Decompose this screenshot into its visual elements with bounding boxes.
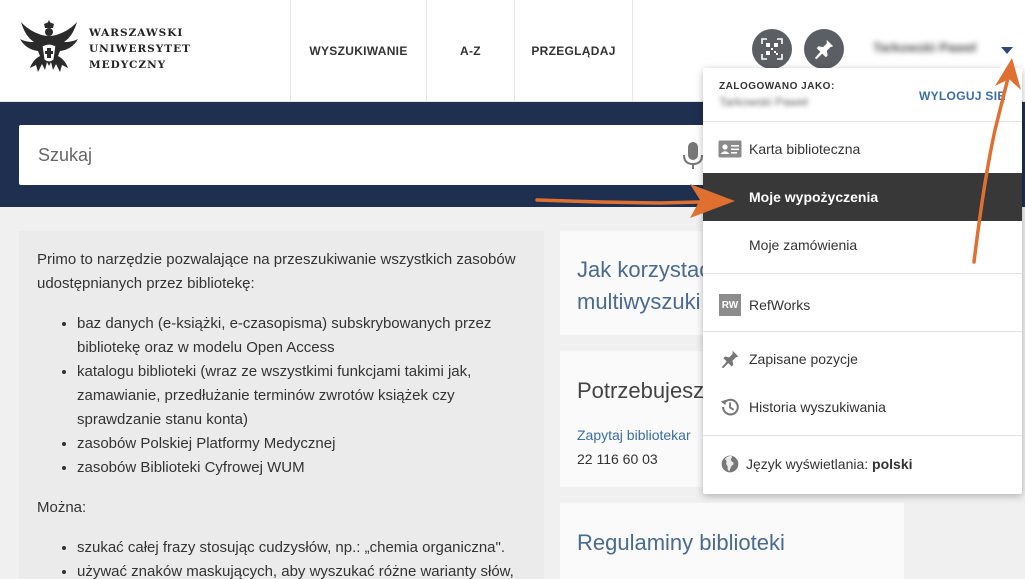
ask-librarian-link[interactable]: Zapytaj bibliotekar — [577, 427, 691, 443]
language-value: polski — [872, 456, 913, 472]
globe-icon — [718, 452, 742, 476]
search-box — [19, 125, 729, 185]
menu-item-saved-items[interactable]: Zapisane pozycje — [703, 335, 1022, 383]
menu-item-library-card[interactable]: Karta biblioteczna — [703, 125, 1022, 173]
history-icon — [718, 395, 742, 419]
qr-code-button[interactable] — [752, 29, 792, 69]
user-menu-dropdown: ZALOGOWANO JAKO: Tarkowski Paweł WYLOGUJ… — [703, 60, 1022, 494]
logged-in-label: ZALOGOWANO JAKO: — [719, 81, 835, 92]
menu-item-search-history[interactable]: Historia wyszukiwania — [703, 383, 1022, 431]
search-input[interactable] — [19, 125, 669, 185]
menu-item-refworks[interactable]: RW RefWorks — [703, 281, 1022, 329]
university-name: WARSZAWSKI UNIWERSYTET MEDYCZNY — [89, 27, 191, 71]
list-item: katalogu biblioteki (wraz ze wszystkimi … — [77, 360, 526, 432]
intro-text: Primo to narzędzie pozwalające na przesz… — [37, 251, 516, 292]
eagle-emblem-icon — [20, 20, 78, 72]
microphone-icon[interactable] — [681, 141, 705, 171]
logout-button[interactable]: WYLOGUJ SIĘ — [919, 89, 1006, 103]
menu-divider — [703, 273, 1022, 274]
menu-item-label: RefWorks — [749, 297, 811, 313]
resources-list: baz danych (e-książki, e-czasopisma) sub… — [77, 312, 526, 480]
list-item: używać znaków maskujących, aby wyszukać … — [77, 560, 526, 579]
menu-divider — [703, 435, 1022, 436]
nav-wyszukiwanie[interactable]: WYSZUKIWANIE — [291, 0, 426, 102]
menu-pointer — [999, 60, 1015, 68]
menu-divider — [703, 331, 1022, 332]
language-selector: Język wyświetlania: polski — [746, 456, 913, 472]
refworks-icon: RW — [718, 293, 742, 317]
pinned-items-button[interactable] — [804, 29, 844, 69]
nav-a-z[interactable]: A-Z — [427, 0, 514, 102]
nav-divider — [632, 0, 633, 102]
id-card-icon — [718, 137, 742, 161]
help-title: Potrzebujesz — [577, 378, 705, 403]
menu-item-label: Karta biblioteczna — [749, 141, 861, 157]
list-item: szukać całej frazy stosując cudzysłów, n… — [77, 536, 526, 560]
language-label: Język wyświetlania: — [746, 456, 869, 472]
rules-title[interactable]: Regulaminy biblioteki — [577, 527, 785, 559]
caret-down-icon[interactable] — [1001, 47, 1013, 54]
logged-in-user: Tarkowski Paweł — [719, 95, 808, 109]
howto-title-line1[interactable]: Jak korzystać — [577, 254, 710, 286]
list-item: zasobów Polskiej Platformy Medycznej — [77, 432, 526, 456]
rules-card: Regulaminy biblioteki — [560, 503, 904, 579]
tips-list: szukać całej frazy stosując cudzysłów, n… — [77, 536, 526, 579]
menu-item-my-loans[interactable]: Moje wypożyczenia — [703, 173, 1022, 221]
list-item: baz danych (e-książki, e-czasopisma) sub… — [77, 312, 526, 360]
user-name[interactable]: Tarkowski Paweł — [873, 40, 976, 55]
refworks-badge: RW — [719, 294, 741, 316]
mozna-heading: Można: — [37, 499, 87, 516]
menu-item-label: Moje wypożyczenia — [749, 189, 879, 205]
menu-item-label: Historia wyszukiwania — [749, 399, 886, 415]
menu-item-my-requests[interactable]: Moje zamówienia — [703, 221, 1022, 269]
howto-title-line2[interactable]: multiwyszuki — [577, 286, 700, 318]
menu-divider — [703, 121, 1022, 122]
qr-code-icon — [761, 38, 783, 60]
menu-item-label: Zapisane pozycje — [749, 351, 858, 367]
university-logo[interactable]: WARSZAWSKI UNIWERSYTET MEDYCZNY — [18, 16, 191, 80]
nav-przegladaj[interactable]: PRZEGLĄDAJ — [515, 0, 632, 102]
menu-item-label: Moje zamówienia — [749, 237, 858, 253]
menu-item-language[interactable]: Język wyświetlania: polski — [703, 440, 1022, 488]
intro-info-card: Primo to narzędzie pozwalające na przesz… — [19, 231, 544, 579]
pushpin-icon — [718, 347, 742, 371]
phone-number: 22 116 60 03 — [577, 451, 658, 467]
pushpin-icon — [814, 39, 834, 60]
list-item: zasobów Biblioteki Cyfrowej WUM — [77, 456, 526, 480]
